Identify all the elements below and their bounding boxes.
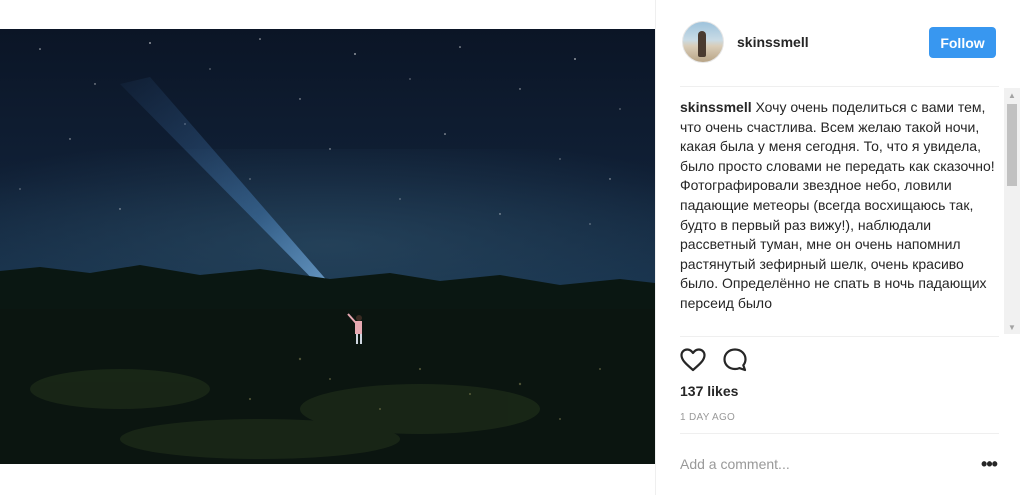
username-link[interactable]: skinssmell <box>737 34 809 50</box>
footer-divider <box>680 433 999 434</box>
post-photo[interactable] <box>0 29 655 464</box>
scroll-up-arrow-icon[interactable]: ▲ <box>1004 88 1020 102</box>
avatar-figure <box>698 31 706 57</box>
caption-text: Хочу очень поделиться с вами тем, что оч… <box>680 99 995 311</box>
photo-column <box>0 0 655 495</box>
more-options-icon[interactable]: ••• <box>979 454 999 474</box>
like-count[interactable]: 137 likes <box>680 383 738 399</box>
comments-scrollbar[interactable]: ▲ ▼ <box>1004 88 1020 334</box>
post-sidebar: skinssmell Follow skinssmell Хочу очень … <box>655 0 1023 495</box>
caption-author-link[interactable]: skinssmell <box>680 99 752 115</box>
post-header: skinssmell Follow <box>656 0 1023 86</box>
heart-icon[interactable] <box>678 345 708 375</box>
avatar[interactable] <box>682 21 724 63</box>
header-divider <box>680 86 999 87</box>
comment-input[interactable] <box>680 452 960 476</box>
scroll-down-arrow-icon[interactable]: ▼ <box>1004 320 1020 334</box>
comments-divider <box>680 336 999 337</box>
follow-button[interactable]: Follow <box>929 27 996 58</box>
post-container: skinssmell Follow skinssmell Хочу очень … <box>0 0 1023 495</box>
caption-comment: skinssmell Хочу очень поделиться с вами … <box>680 98 1002 334</box>
comment-form: ••• <box>680 448 1003 482</box>
comment-bubble-icon[interactable] <box>720 345 750 375</box>
night-sky-photo <box>0 38 655 464</box>
scroll-thumb[interactable] <box>1007 104 1017 186</box>
post-timestamp[interactable]: 1 DAY AGO <box>680 412 735 423</box>
action-bar <box>680 345 780 377</box>
